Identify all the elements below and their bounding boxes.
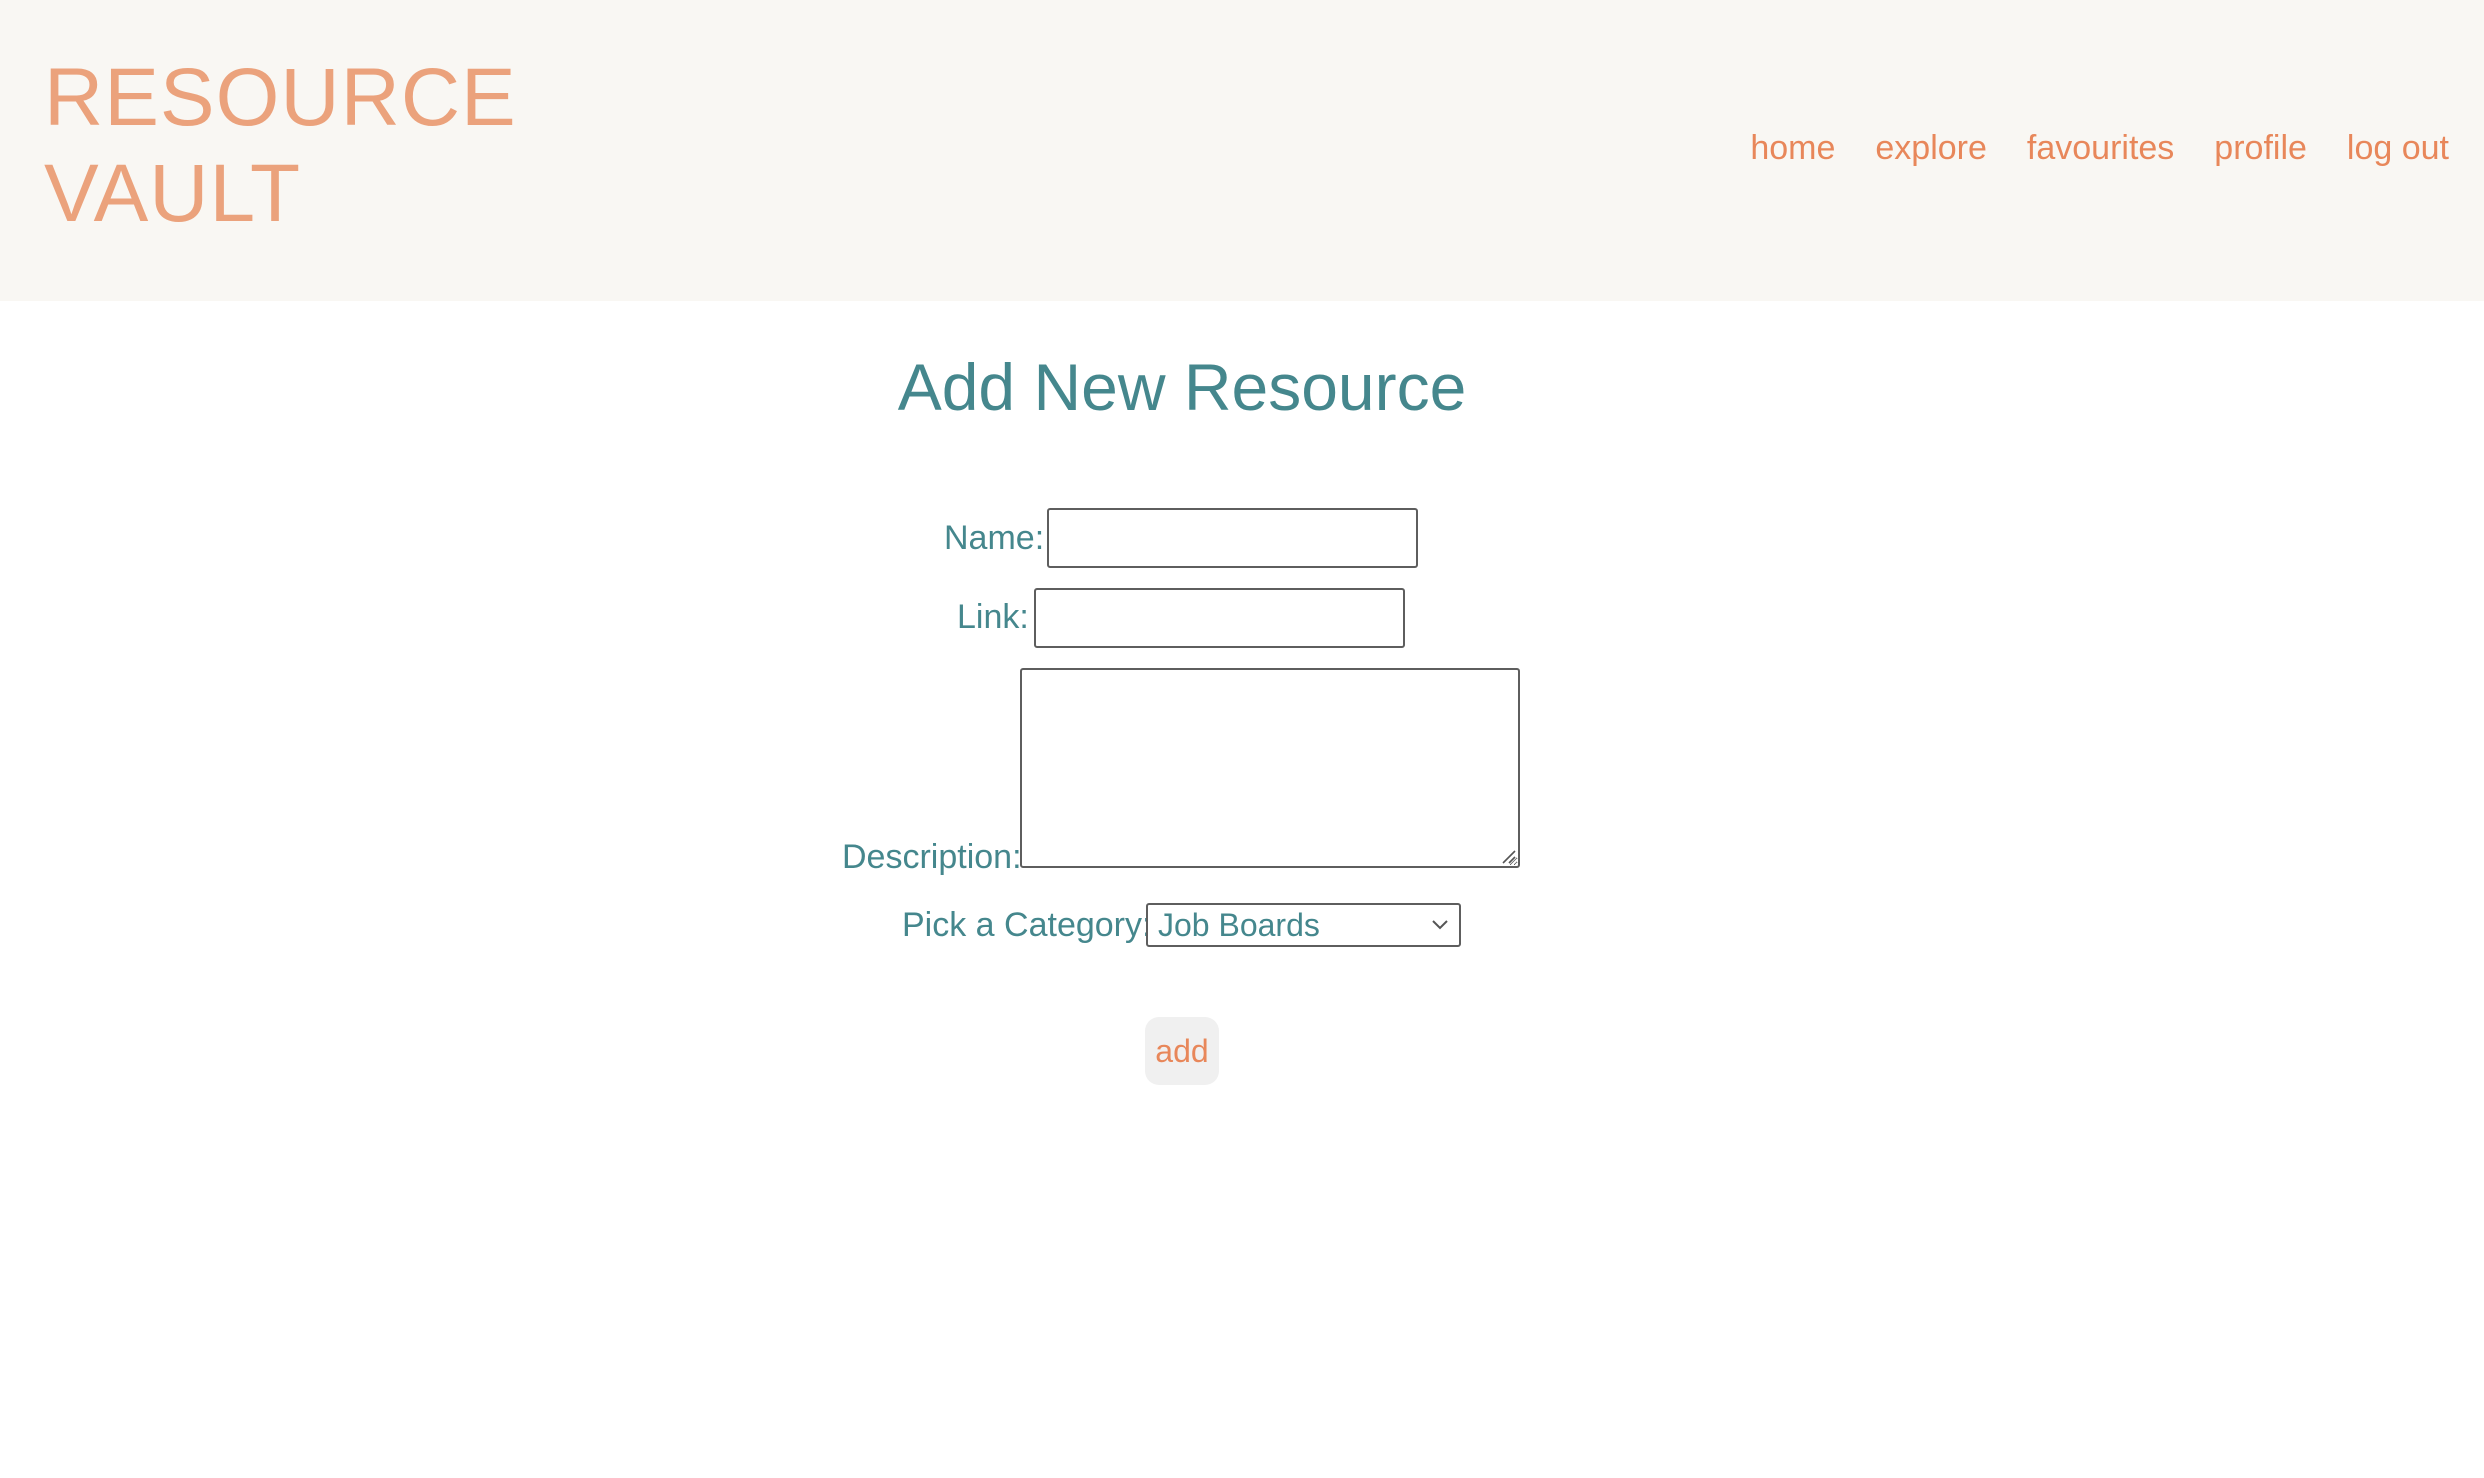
logo-line-1: RESOURCE — [44, 52, 517, 143]
add-button[interactable]: add — [1145, 1017, 1219, 1085]
description-textarea[interactable] — [1020, 668, 1520, 868]
chevron-down-icon — [1432, 920, 1448, 930]
description-label: Description: — [842, 838, 1022, 876]
link-input[interactable] — [1034, 588, 1405, 648]
category-select[interactable]: Job Boards — [1146, 903, 1461, 947]
nav-link-favourites[interactable]: favourites — [2027, 124, 2174, 172]
logo-line-2: VAULT — [44, 148, 302, 239]
page-title: Add New Resource — [897, 350, 1467, 424]
site-logo[interactable]: RESOURCE VAULT — [44, 50, 517, 242]
nav-link-explore[interactable]: explore — [1875, 124, 1987, 172]
nav-link-home[interactable]: home — [1750, 124, 1835, 172]
link-label: Link: — [957, 598, 1029, 636]
name-input[interactable] — [1047, 508, 1418, 568]
site-header: RESOURCE VAULT home explore favourites p… — [0, 0, 2484, 301]
category-selected-value: Job Boards — [1158, 907, 1320, 943]
main-nav: home explore favourites profile log out — [1750, 124, 2449, 172]
nav-link-log-out[interactable]: log out — [2347, 124, 2449, 172]
category-label: Pick a Category: — [902, 906, 1152, 944]
name-label: Name: — [944, 519, 1045, 557]
nav-link-profile[interactable]: profile — [2214, 124, 2307, 172]
